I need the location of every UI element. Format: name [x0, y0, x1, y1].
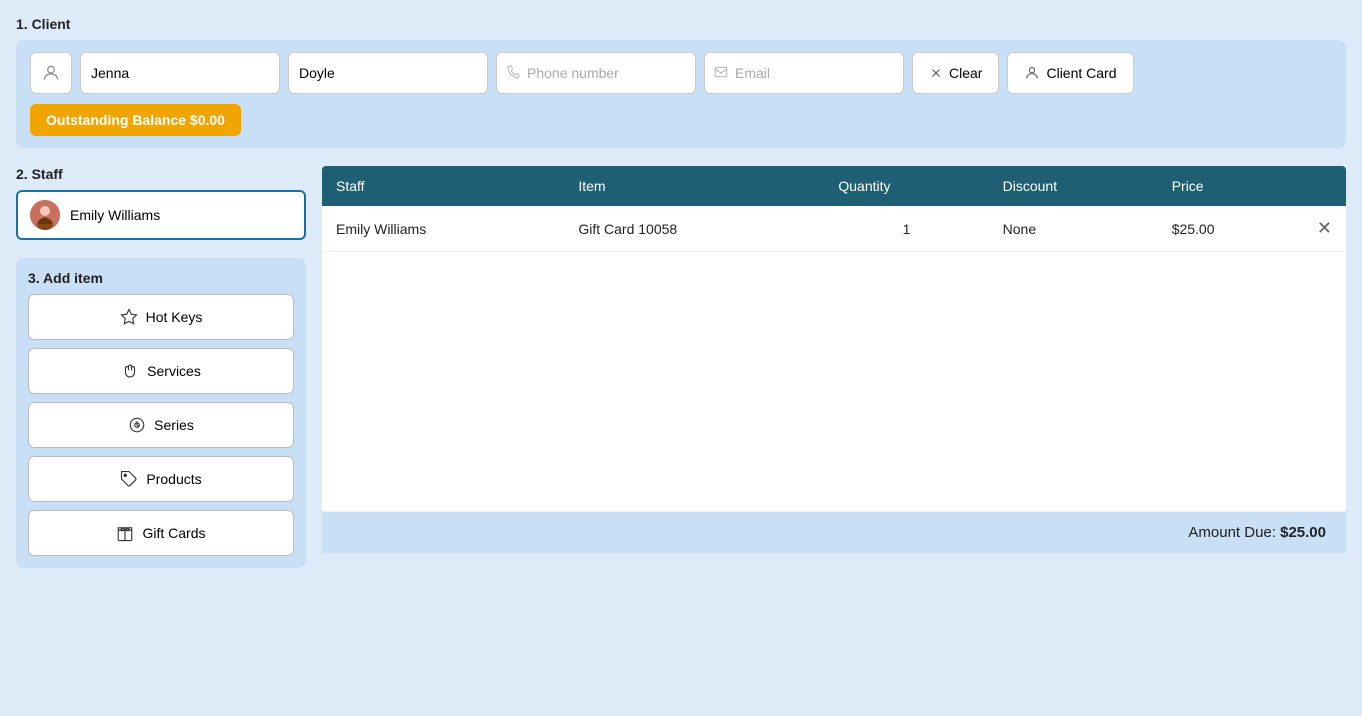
main-layout: 2. Staff Emily Williams 3. Add item — [16, 166, 1346, 568]
col-price: Price — [1158, 166, 1303, 206]
row-staff: Emily Williams — [322, 206, 564, 252]
staff-section-label: 2. Staff — [16, 166, 306, 182]
add-item-section-label: 3. Add item — [28, 270, 294, 286]
remove-row-button[interactable]: ✕ — [1317, 218, 1332, 239]
services-button[interactable]: Services — [28, 348, 294, 394]
row-quantity: 1 — [824, 206, 988, 252]
add-item-grid: Hot Keys Services Series — [28, 294, 294, 556]
email-input[interactable] — [704, 52, 904, 94]
phone-input[interactable] — [496, 52, 696, 94]
row-action: ✕ — [1303, 206, 1346, 252]
table-header-row: Staff Item Quantity Discount Price — [322, 166, 1346, 206]
last-name-input[interactable] — [288, 52, 488, 94]
row-discount: None — [989, 206, 1158, 252]
x-icon — [929, 66, 943, 80]
table-spacer-row — [322, 252, 1346, 512]
row-price: $25.00 — [1158, 206, 1303, 252]
col-item: Item — [564, 166, 824, 206]
col-staff: Staff — [322, 166, 564, 206]
amount-due-value: $25.00 — [1280, 524, 1326, 541]
row-item: Gift Card 10058 — [564, 206, 824, 252]
staff-section: 2. Staff Emily Williams — [16, 166, 306, 240]
staff-selector-button[interactable]: Emily Williams — [16, 190, 306, 240]
amount-due-label: Amount Due: — [1188, 524, 1276, 541]
clear-button[interactable]: Clear — [912, 52, 999, 94]
person-card-icon — [1024, 65, 1040, 81]
services-label: Services — [147, 363, 201, 379]
hot-keys-label: Hot Keys — [146, 309, 203, 325]
client-section: Clear Client Card Outstanding Balance $0… — [16, 40, 1346, 148]
right-panel: Staff Item Quantity Discount Price Emily… — [322, 166, 1346, 553]
gift-cards-button[interactable]: Gift Cards — [28, 510, 294, 556]
invoice-table-wrapper: Staff Item Quantity Discount Price Emily… — [322, 166, 1346, 512]
gift-cards-label: Gift Cards — [142, 525, 205, 541]
avatar-image — [30, 200, 60, 230]
staff-avatar — [30, 200, 60, 230]
email-wrapper — [704, 52, 904, 94]
client-card-label: Client Card — [1046, 65, 1116, 81]
gift-icon — [116, 524, 134, 542]
star-icon — [120, 308, 138, 326]
client-card-button[interactable]: Client Card — [1007, 52, 1133, 94]
hand-icon — [121, 362, 139, 380]
col-quantity: Quantity — [824, 166, 988, 206]
staff-name: Emily Williams — [70, 207, 160, 223]
col-action — [1303, 166, 1346, 206]
series-icon — [128, 416, 146, 434]
left-panel: 2. Staff Emily Williams 3. Add item — [16, 166, 306, 568]
add-item-section: 3. Add item Hot Keys Services — [16, 258, 306, 568]
first-name-input[interactable] — [80, 52, 280, 94]
client-section-label: 1. Client — [16, 16, 1346, 32]
products-label: Products — [146, 471, 201, 487]
invoice-footer: Amount Due: $25.00 — [322, 512, 1346, 553]
series-label: Series — [154, 417, 194, 433]
tag-icon — [120, 470, 138, 488]
series-button[interactable]: Series — [28, 402, 294, 448]
table-row: Emily Williams Gift Card 10058 1 None $2… — [322, 206, 1346, 252]
outstanding-balance-label: Outstanding Balance $0.00 — [46, 112, 225, 128]
products-button[interactable]: Products — [28, 456, 294, 502]
client-icon — [30, 52, 72, 94]
phone-wrapper — [496, 52, 696, 94]
outstanding-balance-button[interactable]: Outstanding Balance $0.00 — [30, 104, 241, 136]
col-discount: Discount — [989, 166, 1158, 206]
clear-label: Clear — [949, 65, 982, 81]
invoice-table: Staff Item Quantity Discount Price Emily… — [322, 166, 1346, 512]
hot-keys-button[interactable]: Hot Keys — [28, 294, 294, 340]
